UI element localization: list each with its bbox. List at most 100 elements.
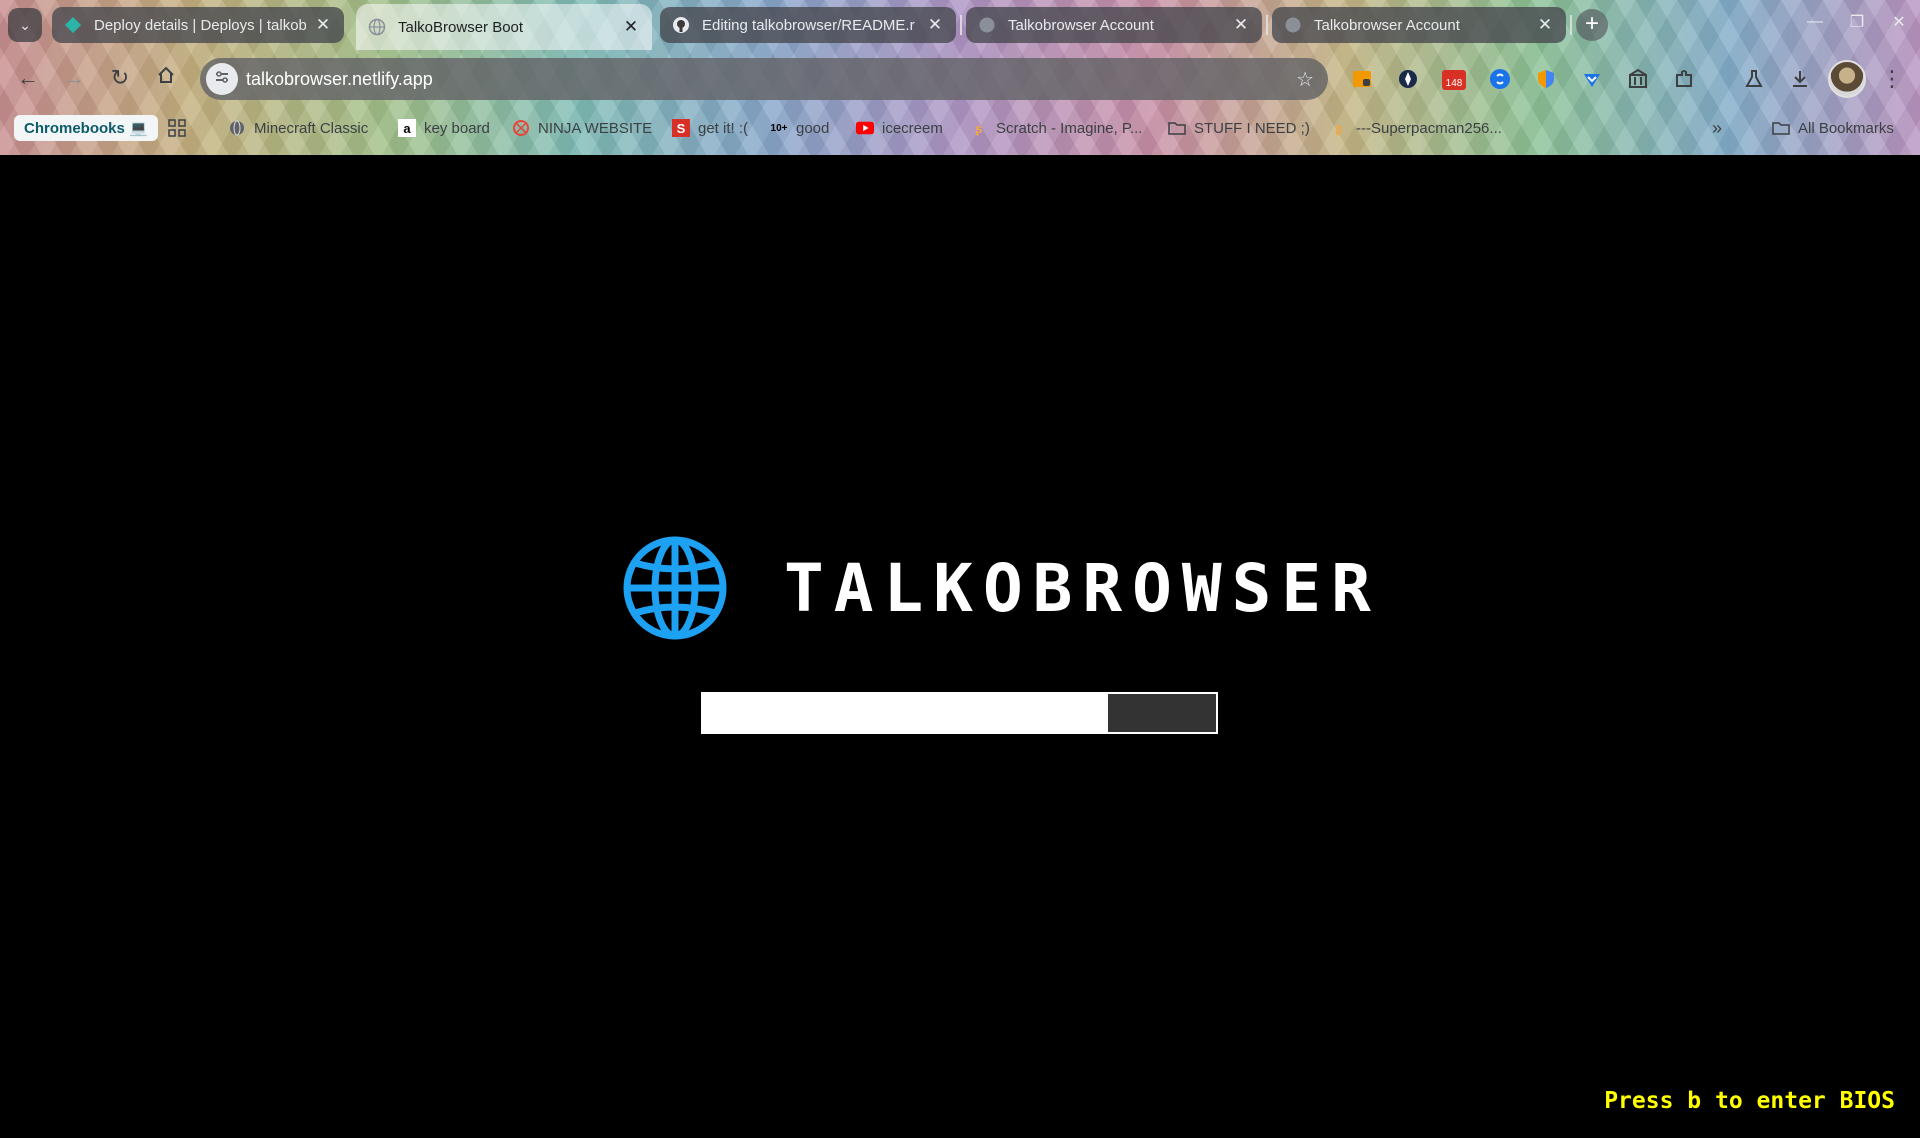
tab-title: Editing talkobrowser/README.r xyxy=(702,16,915,34)
tab-title: Talkobrowser Account xyxy=(1314,16,1460,34)
labs-flask-icon[interactable] xyxy=(1740,65,1768,93)
extension-compass-icon[interactable] xyxy=(1394,65,1422,93)
scratch-icon: ʂ xyxy=(975,120,983,136)
tab-separator xyxy=(1570,15,1572,35)
extension-check-icon[interactable] xyxy=(1578,65,1606,93)
tab-title: Deploy details | Deploys | talkob xyxy=(94,16,306,34)
tab-talkobrowser-account[interactable]: Talkobrowser Account ✕ xyxy=(966,7,1262,43)
bookmark-icecreem[interactable]: icecreem xyxy=(856,116,943,140)
bookmark-superpacman[interactable]: ʂ ---Superpacman256... xyxy=(1330,116,1502,140)
amazon-icon: a xyxy=(398,119,416,137)
close-icon[interactable]: ✕ xyxy=(1232,15,1250,35)
home-icon xyxy=(156,65,176,91)
close-window-icon[interactable]: ✕ xyxy=(1878,0,1920,44)
bookmark-key-board[interactable]: a key board xyxy=(398,116,490,140)
extension-archive-icon[interactable] xyxy=(1624,65,1652,93)
tab-talkobrowser-account-2[interactable]: Talkobrowser Account ✕ xyxy=(1272,7,1566,43)
extension-shield-icon[interactable] xyxy=(1532,65,1560,93)
bookmarks-bar: Chromebooks 💻 Minecraft Classic a key bo… xyxy=(0,112,1920,144)
bookmark-label: key board xyxy=(424,119,490,137)
badge-count: 148 xyxy=(1446,78,1463,89)
tune-icon xyxy=(214,69,230,90)
close-icon[interactable]: ✕ xyxy=(926,15,944,35)
bookmark-label: All Bookmarks xyxy=(1798,119,1894,137)
bookmark-good[interactable]: 10+ good xyxy=(770,116,830,140)
url-text: talkobrowser.netlify.app xyxy=(246,69,433,89)
apps-grid-icon[interactable] xyxy=(168,116,186,140)
extensions-puzzle-icon[interactable] xyxy=(1670,65,1698,93)
tab-title: TalkoBrowser Boot xyxy=(398,18,524,36)
netlify-icon xyxy=(64,16,82,34)
toolbar: ← → ↻ talkobrowser.netlify.app ☆ 148 ⋮ xyxy=(0,52,1920,108)
tab-title: Talkobrowser Account xyxy=(1008,16,1154,34)
globe-icon xyxy=(228,119,246,137)
bookmark-label: STUFF I NEED ;) xyxy=(1194,119,1310,137)
youtube-icon xyxy=(856,119,874,137)
tab-search-button[interactable]: ⌄ xyxy=(8,8,42,42)
arrow-right-icon: → xyxy=(63,65,85,90)
extension-calendar-icon[interactable] xyxy=(1348,65,1376,93)
bookmark-chromebooks[interactable]: Chromebooks 💻 xyxy=(14,115,158,141)
boot-progress-bar xyxy=(701,692,1218,734)
profile-avatar[interactable] xyxy=(1828,60,1866,98)
download-icon[interactable] xyxy=(1786,65,1814,93)
folder-icon xyxy=(1168,119,1186,137)
address-bar[interactable]: talkobrowser.netlify.app ☆ xyxy=(200,58,1328,100)
brand-title: TALKOBROWSER xyxy=(784,549,1381,627)
back-button[interactable]: ← xyxy=(10,60,46,96)
github-icon xyxy=(672,16,690,34)
home-button[interactable] xyxy=(148,60,184,96)
bookmark-get-it[interactable]: S get it! :( xyxy=(672,116,748,140)
bookmark-label: icecreem xyxy=(882,119,943,137)
tab-separator xyxy=(1266,15,1268,35)
globe-icon xyxy=(978,16,996,34)
globe-icon xyxy=(1284,16,1302,34)
globe-icon xyxy=(623,536,727,640)
bios-hint: Press b to enter BIOS xyxy=(1604,1088,1895,1114)
bookmark-label: get it! :( xyxy=(698,119,749,137)
reload-button[interactable]: ↻ xyxy=(102,60,138,96)
tab-separator xyxy=(960,15,962,35)
site-info-button[interactable] xyxy=(206,63,238,95)
new-tab-button[interactable]: + xyxy=(1576,9,1608,41)
all-bookmarks[interactable]: All Bookmarks xyxy=(1772,116,1894,140)
progress-fill xyxy=(703,694,1109,732)
extension-shazam-icon[interactable] xyxy=(1486,65,1514,93)
tab-talkobrowser-boot[interactable]: TalkoBrowser Boot ✕ xyxy=(356,4,652,50)
bookmark-label: Minecraft Classic xyxy=(254,119,369,137)
bookmark-ninja-website[interactable]: NINJA WEBSITE xyxy=(512,116,652,140)
extension-badge-icon[interactable]: 148 xyxy=(1440,65,1468,93)
chevron-down-icon: ⌄ xyxy=(19,16,31,33)
bookmark-folder-stuff[interactable]: STUFF I NEED ;) xyxy=(1168,116,1310,140)
folder-icon xyxy=(1772,119,1790,137)
forward-button[interactable]: → xyxy=(56,60,92,96)
bookmark-minecraft-classic[interactable]: Minecraft Classic xyxy=(228,116,368,140)
arrow-left-icon: ← xyxy=(17,65,39,90)
minimize-icon[interactable]: — xyxy=(1794,0,1836,44)
page-content: TALKOBROWSER Press b to enter BIOS xyxy=(0,155,1920,1138)
window-controls: — ❐ ✕ xyxy=(1794,0,1920,44)
close-icon[interactable]: ✕ xyxy=(314,15,332,35)
bookmark-label: Scratch - Imagine, P... xyxy=(996,119,1143,137)
tab-strip: ⌄ Deploy details | Deploys | talkob ✕ Ta… xyxy=(0,0,1920,50)
menu-kebab-icon[interactable]: ⋮ xyxy=(1878,65,1906,93)
ninja-icon xyxy=(512,119,530,137)
close-icon[interactable]: ✕ xyxy=(1536,15,1554,35)
tab-editing-readme[interactable]: Editing talkobrowser/README.r ✕ xyxy=(660,7,956,43)
bookmark-label: good xyxy=(796,119,830,137)
more-bookmarks-chevron-icon[interactable]: » xyxy=(1712,116,1722,140)
scratch-icon: ʂ xyxy=(1335,120,1343,136)
bookmark-label: ---Superpacman256... xyxy=(1356,119,1502,137)
s-logo-icon: S xyxy=(672,119,690,137)
browser-chrome: ⌄ Deploy details | Deploys | talkob ✕ Ta… xyxy=(0,0,1920,155)
close-icon[interactable]: ✕ xyxy=(622,17,640,37)
bookmark-label: NINJA WEBSITE xyxy=(538,119,653,137)
reload-icon: ↻ xyxy=(110,65,130,90)
tab-deploy-details[interactable]: Deploy details | Deploys | talkob ✕ xyxy=(52,7,344,43)
restore-icon[interactable]: ❐ xyxy=(1836,0,1878,44)
star-icon[interactable]: ☆ xyxy=(1296,67,1314,92)
bookmark-scratch[interactable]: ʂ Scratch - Imagine, P... xyxy=(970,116,1142,140)
globe-icon xyxy=(368,18,386,36)
ten-plus-icon: 10+ xyxy=(770,122,788,134)
boot-logo: TALKOBROWSER xyxy=(622,535,1381,641)
